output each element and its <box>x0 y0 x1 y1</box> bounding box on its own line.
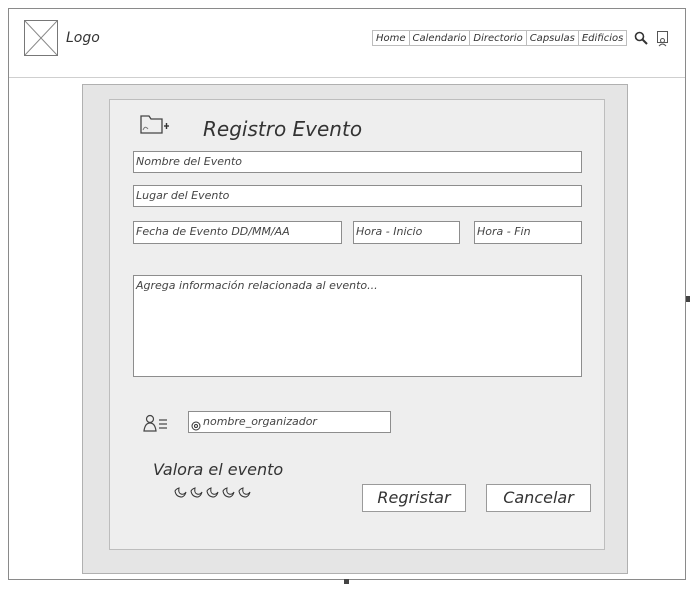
search-icon[interactable] <box>634 30 648 45</box>
resize-handle-right[interactable] <box>686 296 690 302</box>
event-name-input[interactable]: Nombre del Evento <box>133 151 582 173</box>
header-divider <box>9 77 685 78</box>
register-button[interactable]: Regristar <box>362 484 466 512</box>
event-date-input[interactable]: Fecha de Evento DD/MM/AA <box>133 221 342 244</box>
top-nav: Home Calendario Directorio Capsulas Edif… <box>372 30 628 46</box>
logo-placeholder-icon <box>24 20 58 56</box>
nav-item-home[interactable]: Home <box>372 30 410 46</box>
nav-item-calendario[interactable]: Calendario <box>408 30 471 46</box>
nav-item-directorio[interactable]: Directorio <box>469 30 527 46</box>
event-place-input[interactable]: Lugar del Evento <box>133 185 582 207</box>
moon-icon[interactable] <box>205 486 219 498</box>
folder-add-icon <box>140 113 170 135</box>
end-time-input[interactable]: Hora - Fin <box>474 221 582 244</box>
cancel-button[interactable]: Cancelar <box>486 484 591 512</box>
event-info-textarea[interactable]: Agrega información relacionada al evento… <box>133 275 582 377</box>
logo-label: Logo <box>66 30 100 46</box>
moon-icon[interactable] <box>237 486 251 498</box>
nav-item-edificios[interactable]: Edificios <box>577 30 628 46</box>
rating-label: Valora el evento <box>153 460 284 479</box>
nav-item-capsulas[interactable]: Capsulas <box>525 30 579 46</box>
user-list-icon <box>143 414 169 432</box>
rating-stars[interactable] <box>173 486 251 498</box>
moon-icon[interactable] <box>189 486 203 498</box>
start-time-input[interactable]: Hora - Inicio <box>353 221 460 244</box>
organizer-input[interactable]: nombre_organizador <box>188 411 391 433</box>
resize-handle-bottom[interactable] <box>344 579 349 584</box>
moon-icon[interactable] <box>221 486 235 498</box>
at-icon <box>191 416 201 431</box>
user-icon[interactable] <box>657 31 668 47</box>
form-title: Registro Evento <box>203 117 363 141</box>
moon-icon[interactable] <box>173 486 187 498</box>
